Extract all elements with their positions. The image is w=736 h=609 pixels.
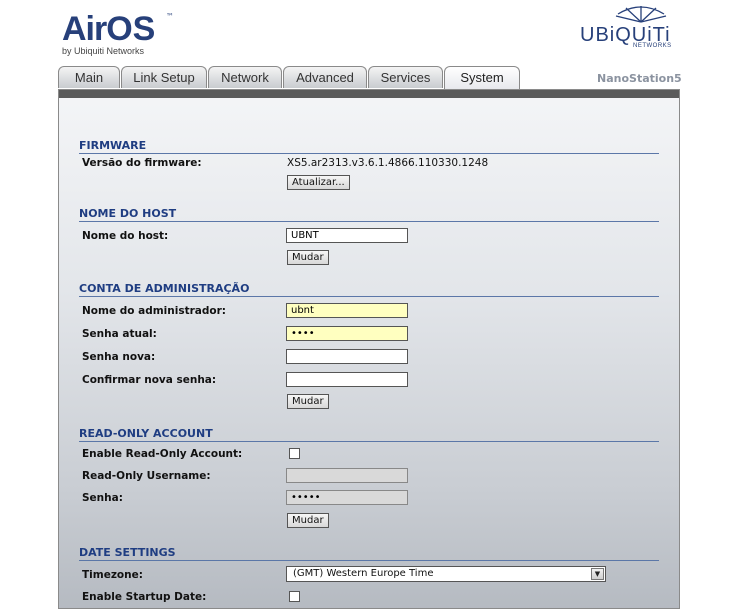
firmware-version-value: XS5.ar2313.v3.6.1.4866.110330.1248 bbox=[287, 157, 489, 169]
readonly-username-input[interactable] bbox=[286, 468, 408, 483]
admin-section-title: CONTA DE ADMINISTRAÇÃO bbox=[79, 282, 250, 295]
tab-link-setup[interactable]: Link Setup bbox=[121, 66, 207, 88]
device-name: NanoStation5 bbox=[597, 72, 682, 85]
admin-username-input[interactable]: ubnt bbox=[286, 303, 408, 318]
hostname-change-button[interactable]: Mudar bbox=[287, 250, 329, 265]
readonly-password-label: Senha: bbox=[82, 492, 123, 504]
airos-logo: AirOS ™ bbox=[62, 10, 174, 48]
tab-network[interactable]: Network bbox=[208, 66, 282, 88]
startup-date-checkbox[interactable] bbox=[289, 591, 300, 602]
readonly-change-button[interactable]: Mudar bbox=[287, 513, 329, 528]
firmware-divider bbox=[79, 153, 659, 154]
admin-username-label: Nome do administrador: bbox=[82, 305, 226, 317]
system-panel: FIRMWARE Versão do firmware: XS5.ar2313.… bbox=[58, 89, 680, 609]
readonly-password-input[interactable]: ••••• bbox=[286, 490, 408, 505]
startup-date-label: Enable Startup Date: bbox=[82, 591, 207, 603]
tab-services[interactable]: Services bbox=[368, 66, 443, 88]
hostname-section-title: NOME DO HOST bbox=[79, 207, 177, 220]
new-password-label: Senha nova: bbox=[82, 351, 156, 363]
readonly-divider bbox=[79, 441, 659, 442]
date-divider bbox=[79, 560, 659, 561]
airos-logo-os: OS bbox=[106, 10, 156, 48]
timezone-select[interactable]: (GMT) Western Europe Time ▼ bbox=[286, 566, 606, 582]
update-firmware-button[interactable]: Atualizar... bbox=[287, 175, 350, 190]
chevron-down-icon[interactable]: ▼ bbox=[591, 568, 604, 580]
confirm-password-input[interactable] bbox=[286, 372, 408, 387]
timezone-selected-value: (GMT) Western Europe Time bbox=[293, 568, 434, 579]
readonly-username-label: Read-Only Username: bbox=[82, 470, 211, 482]
ubiquiti-logo-subtitle: NETWORKS bbox=[633, 43, 672, 49]
new-password-input[interactable] bbox=[286, 349, 408, 364]
tab-system[interactable]: System bbox=[444, 66, 520, 90]
tab-main[interactable]: Main bbox=[58, 66, 120, 88]
ubiquiti-antenna-icon bbox=[615, 6, 667, 23]
admin-divider bbox=[79, 296, 659, 297]
hostname-input[interactable]: UBNT bbox=[286, 228, 408, 243]
airos-logo-subtitle: by Ubiquiti Networks bbox=[62, 46, 145, 56]
current-password-label: Senha atual: bbox=[82, 328, 157, 340]
timezone-label: Timezone: bbox=[82, 569, 143, 581]
readonly-enable-checkbox[interactable] bbox=[289, 448, 300, 459]
airos-logo-air: Air bbox=[62, 10, 107, 48]
firmware-section-title: FIRMWARE bbox=[79, 139, 147, 152]
tab-advanced[interactable]: Advanced bbox=[283, 66, 367, 88]
readonly-enable-label: Enable Read-Only Account: bbox=[82, 448, 243, 460]
firmware-version-label: Versão do firmware: bbox=[82, 157, 202, 169]
readonly-section-title: READ-ONLY ACCOUNT bbox=[79, 427, 213, 440]
airos-logo-tm: ™ bbox=[166, 12, 174, 21]
hostname-label: Nome do host: bbox=[82, 230, 169, 242]
current-password-input[interactable]: •••• bbox=[286, 326, 408, 341]
admin-change-button[interactable]: Mudar bbox=[287, 394, 329, 409]
hostname-divider bbox=[79, 221, 659, 222]
panel-top-bar bbox=[59, 90, 679, 98]
confirm-password-label: Confirmar nova senha: bbox=[82, 374, 217, 386]
date-section-title: DATE SETTINGS bbox=[79, 546, 176, 559]
